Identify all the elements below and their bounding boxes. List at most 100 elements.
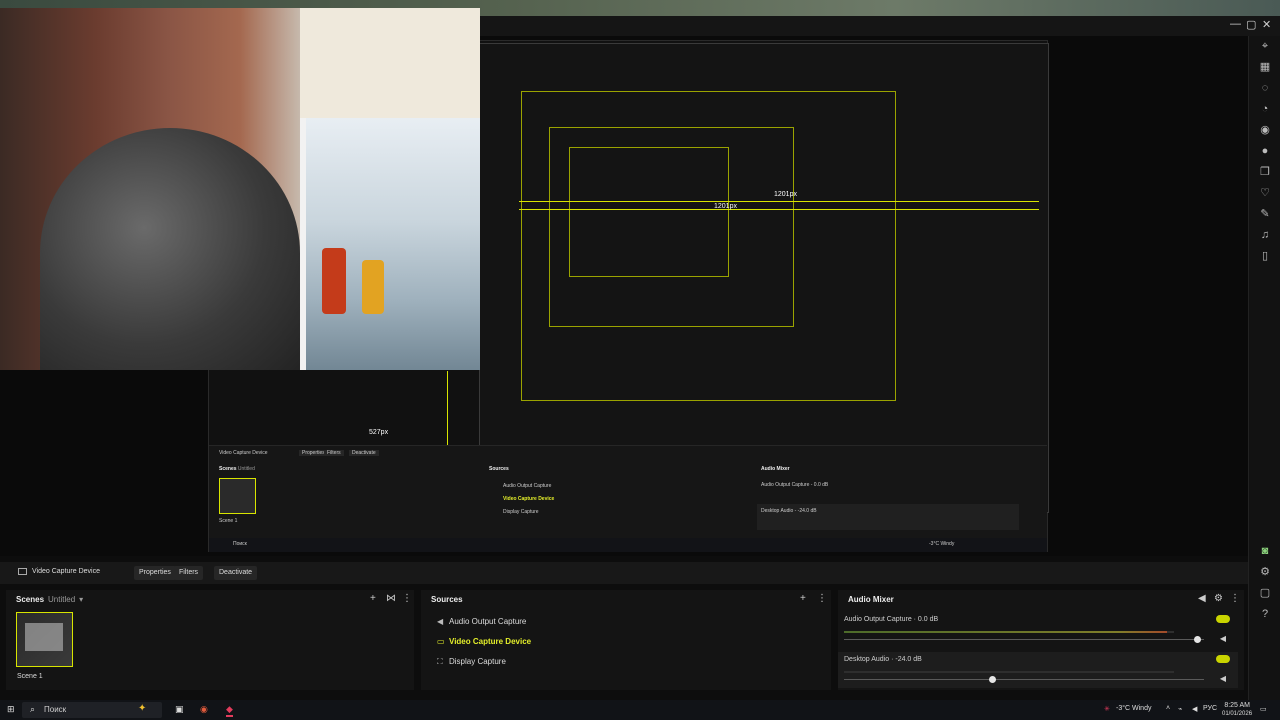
task-view-icon[interactable]: ▣ bbox=[175, 704, 184, 715]
display-icon: ⛶ bbox=[437, 657, 443, 666]
height-label: 527px bbox=[369, 429, 389, 436]
speaker-icon[interactable]: ◀ bbox=[1220, 634, 1226, 643]
weather-icon: ✳ bbox=[1104, 706, 1110, 713]
trash-icon[interactable]: ▯ bbox=[1249, 246, 1280, 267]
heart-icon[interactable]: ♡ bbox=[1249, 183, 1280, 204]
nested-context-label: Video Capture Device bbox=[219, 450, 268, 456]
speaker-icon: ◀ bbox=[437, 617, 444, 626]
nested-scene-label: Scene 1 bbox=[219, 518, 238, 524]
filter-scene-icon[interactable]: ⋈ bbox=[386, 593, 396, 604]
more-icon[interactable]: ⋮ bbox=[402, 593, 412, 604]
help-icon[interactable]: ? bbox=[1249, 604, 1280, 625]
source-item[interactable]: ▭ Video Capture Device bbox=[437, 637, 531, 646]
add-source-icon[interactable]: + bbox=[800, 593, 806, 604]
spray-can bbox=[322, 248, 346, 314]
volume-slider[interactable] bbox=[844, 639, 1204, 640]
mute-toggle[interactable] bbox=[1216, 615, 1230, 623]
taskbar: ⊞ ⌕ Поиск ✦ ▣ ◉ ◆ ✳ -3°C Windy ˄ ⌁ ◀ РУС… bbox=[0, 700, 1280, 720]
width-label: 1201px bbox=[774, 191, 797, 198]
more-icon[interactable]: ⋮ bbox=[817, 593, 827, 604]
window-view bbox=[300, 118, 480, 370]
nested-filters-button: Filters bbox=[324, 450, 344, 456]
guide-line bbox=[519, 201, 1039, 202]
nested-dock-strip: Video Capture Device Properties Filters … bbox=[209, 445, 1047, 552]
context-bar: Video Capture Device Properties Filters … bbox=[0, 562, 1248, 584]
sources-dock: Sources + ⋮ ◀ Audio Output Capture ▭ Video… bbox=[421, 590, 831, 690]
sparkle-icon: ✦ bbox=[138, 703, 147, 714]
channel-label: Desktop Audio · -24.0 dB bbox=[844, 656, 922, 663]
settings-icon[interactable]: ⚙ bbox=[1214, 593, 1223, 604]
properties-button[interactable]: Properties bbox=[134, 566, 176, 580]
camera-icon[interactable]: ◉ bbox=[1249, 120, 1280, 141]
speaker-icon[interactable]: ◀ bbox=[1220, 674, 1226, 683]
app-badge-icon[interactable]: ◙ bbox=[1249, 541, 1280, 562]
nested-mixer-title: Audio Mixer bbox=[761, 466, 790, 472]
right-toolbar: ⌖ ▦ ◌ ◔ ◉ ● ❐ ♡ ✎ ♫ ▯ ◙ ⚙ ▢ ? bbox=[1248, 36, 1280, 720]
scenes-dock: Scenes Untitled ▾ + ⋈ ⋮ Scene 1 bbox=[6, 590, 414, 690]
nested-scenes-title: Scenes Untitled bbox=[219, 466, 255, 472]
filters-button[interactable]: Filters bbox=[174, 566, 204, 580]
taskbar-search[interactable]: ⌕ Поиск ✦ bbox=[22, 702, 162, 718]
tray-chevron-icon[interactable]: ˄ bbox=[1166, 705, 1170, 712]
more-icon[interactable]: ⋮ bbox=[1230, 593, 1240, 604]
nested-mixer-channel: Desktop Audio - -24.0 dB bbox=[761, 508, 817, 514]
guide-line bbox=[519, 209, 1039, 210]
deactivate-button[interactable]: Deactivate bbox=[214, 566, 258, 580]
sources-title: Sources bbox=[431, 595, 463, 604]
close-button[interactable]: ✕ bbox=[1262, 18, 1271, 31]
settings-icon[interactable]: ⚙ bbox=[1249, 562, 1280, 583]
chrome-icon[interactable]: ◉ bbox=[200, 704, 208, 715]
obs-taskbar-icon[interactable]: ◆ bbox=[226, 704, 233, 717]
layout-icon[interactable]: ▢ bbox=[1249, 583, 1280, 604]
channel-label: Audio Output Capture · 0.0 dB bbox=[844, 616, 939, 623]
mixer-channel: Audio Output Capture · 0.0 dB ◀ bbox=[838, 612, 1238, 648]
level-meter bbox=[844, 631, 1174, 633]
nested-source-item: Audio Output Capture bbox=[503, 483, 552, 489]
add-scene-icon[interactable]: + bbox=[370, 593, 376, 604]
nested-scene-thumb bbox=[219, 478, 256, 514]
chat-icon[interactable]: ◌ bbox=[1249, 78, 1280, 99]
nested-source-item: Video Capture Device bbox=[503, 496, 555, 502]
language-indicator[interactable]: РУС bbox=[1203, 705, 1217, 712]
spray-can bbox=[362, 260, 384, 314]
search-icon: ⌕ bbox=[30, 704, 36, 714]
nested-source-item: Display Capture bbox=[503, 509, 539, 515]
source-item[interactable]: ⛶ Display Capture bbox=[437, 657, 506, 667]
scene-collection[interactable]: Untitled bbox=[48, 595, 75, 604]
volume-knob[interactable] bbox=[988, 676, 996, 683]
window-shade bbox=[300, 8, 480, 120]
weather-label: -3°C Windy bbox=[1116, 705, 1152, 712]
nested-weather: -3°C Windy bbox=[929, 541, 955, 547]
selected-source-label: Video Capture Device bbox=[32, 568, 100, 575]
music-icon[interactable]: ♫ bbox=[1249, 225, 1280, 246]
brush-icon[interactable]: ✎ bbox=[1249, 204, 1280, 225]
mirror-frame-4 bbox=[569, 147, 729, 277]
nested-mixer-channel: Audio Output Capture - 0.0 dB bbox=[761, 482, 829, 488]
mute-toggle[interactable] bbox=[1216, 655, 1230, 663]
start-icon[interactable]: ⊞ bbox=[7, 704, 15, 715]
volume-icon[interactable]: ◀ bbox=[1192, 705, 1197, 713]
scene-label[interactable]: Scene 1 bbox=[17, 673, 43, 680]
mixer-channel: Desktop Audio · -24.0 dB ◀ bbox=[838, 652, 1238, 688]
volume-slider[interactable] bbox=[844, 679, 1204, 680]
notification-icon[interactable]: ▭ bbox=[1260, 705, 1267, 713]
minimize-button[interactable]: — bbox=[1230, 18, 1241, 30]
maximize-button[interactable]: ▢ bbox=[1246, 18, 1256, 31]
nested-sources-title: Sources bbox=[489, 466, 509, 472]
copy-icon[interactable]: ❐ bbox=[1249, 162, 1280, 183]
pin-icon[interactable]: ⌖ bbox=[1249, 36, 1280, 57]
network-icon[interactable]: ⌁ bbox=[1178, 705, 1182, 713]
obs-screen: — ▢ ✕ 1201px 1201px 527px Video Capture … bbox=[0, 0, 1280, 720]
clock[interactable]: 8:25 AM 01/01/2026 bbox=[1222, 702, 1252, 718]
webcam-feed[interactable] bbox=[0, 8, 480, 370]
mixer-title: Audio Mixer bbox=[848, 595, 894, 604]
scene-thumbnail[interactable] bbox=[16, 612, 73, 667]
volume-knob[interactable] bbox=[1193, 636, 1201, 643]
source-item[interactable]: ◀ Audio Output Capture bbox=[437, 617, 526, 626]
speaker-icon[interactable]: ◀ bbox=[1198, 593, 1206, 604]
bell-icon[interactable]: ◔ bbox=[1249, 99, 1280, 120]
grid-icon[interactable]: ▦ bbox=[1249, 57, 1280, 78]
record-icon[interactable]: ● bbox=[1249, 141, 1280, 162]
nested-search-label: Поиск bbox=[233, 541, 247, 547]
width-label: 1201px bbox=[714, 203, 737, 210]
